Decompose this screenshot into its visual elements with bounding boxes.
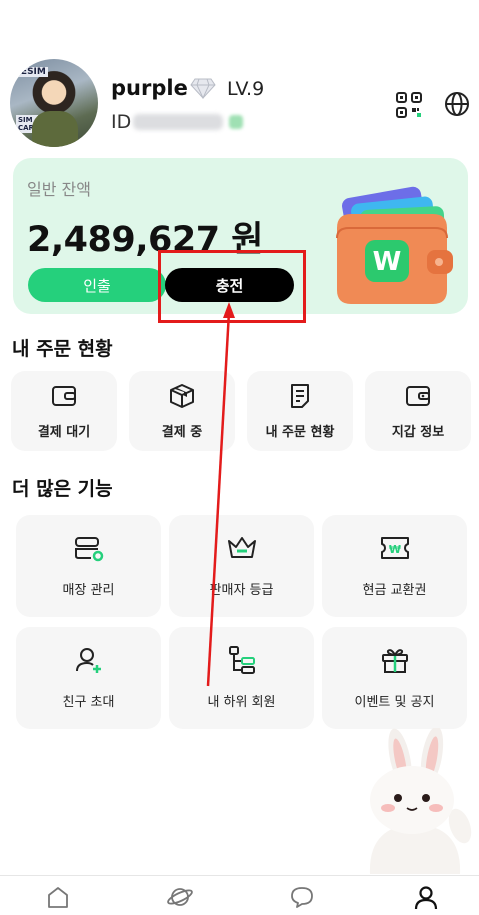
features-section-title: 더 많은 기능 xyxy=(12,478,113,500)
order-tile-label: 지갑 정보 xyxy=(391,425,445,440)
cash-voucher-icon: ₩ xyxy=(380,537,409,559)
avatar-sign-text: RESIM xyxy=(12,67,48,77)
crown-icon xyxy=(227,537,256,558)
user-id-redacted xyxy=(133,114,224,130)
chat-icon[interactable] xyxy=(289,884,315,910)
orders-section-title: 내 주문 현황 xyxy=(12,338,113,360)
bottom-nav xyxy=(0,875,479,915)
feature-store-management[interactable]: 매장 관리 xyxy=(16,515,161,617)
store-settings-icon xyxy=(74,537,103,562)
feature-label: 현금 교환권 xyxy=(362,583,427,598)
wallet-logo-text: W xyxy=(373,247,402,277)
globe-icon[interactable] xyxy=(444,91,470,117)
planet-icon[interactable] xyxy=(167,884,193,910)
wallet-info-icon xyxy=(406,386,430,406)
user-id-label: ID xyxy=(111,111,132,133)
order-tile-pending-payment[interactable]: 결제 대기 xyxy=(11,371,117,451)
user-level: LV.9 xyxy=(227,78,265,100)
order-tile-wallet-info[interactable]: 지갑 정보 xyxy=(365,371,471,451)
wallet-illustration: W xyxy=(336,186,453,304)
feature-label: 판매자 등급 xyxy=(209,583,274,598)
feature-label: 내 하위 회원 xyxy=(207,695,276,710)
wallet-icon xyxy=(52,386,76,406)
feature-label: 친구 초대 xyxy=(62,695,115,710)
feature-cash-voucher[interactable]: ₩ 현금 교환권 xyxy=(322,515,467,617)
gift-icon xyxy=(381,649,408,673)
feature-seller-grade[interactable]: 판매자 등급 xyxy=(169,515,314,617)
bunny-mascot xyxy=(369,728,472,874)
avatar-figure xyxy=(32,111,78,147)
charge-button-highlight xyxy=(158,250,306,323)
avatar[interactable]: RESIM SIM CARDS xyxy=(10,59,98,147)
feature-sub-members[interactable]: 내 하위 회원 xyxy=(169,627,314,729)
user-id: ID xyxy=(111,111,244,133)
svg-text:₩: ₩ xyxy=(388,543,400,556)
profile-icon[interactable] xyxy=(413,884,439,910)
feature-events-notices[interactable]: 이벤트 및 공지 xyxy=(322,627,467,729)
add-user-icon xyxy=(75,648,101,673)
document-icon xyxy=(291,384,309,408)
user-id-redacted-badge xyxy=(229,115,244,129)
feature-label: 이벤트 및 공지 xyxy=(354,695,435,710)
order-tile-label: 결제 대기 xyxy=(37,425,91,440)
username: purple xyxy=(111,76,188,100)
box-icon xyxy=(170,384,194,408)
order-tile-my-orders[interactable]: 내 주문 현황 xyxy=(247,371,353,451)
order-tile-label: 내 주문 현황 xyxy=(265,425,335,440)
order-tile-label: 결제 중 xyxy=(161,425,203,440)
qr-code-icon[interactable] xyxy=(395,91,423,119)
hierarchy-icon xyxy=(228,646,255,674)
feature-label: 매장 관리 xyxy=(62,583,115,598)
feature-invite-friends[interactable]: 친구 초대 xyxy=(16,627,161,729)
home-icon[interactable] xyxy=(45,884,71,910)
order-tile-in-payment[interactable]: 결제 중 xyxy=(129,371,235,451)
withdraw-button[interactable]: 인출 xyxy=(28,268,166,302)
balance-label: 일반 잔액 xyxy=(27,180,91,199)
diamond-icon xyxy=(190,78,216,99)
